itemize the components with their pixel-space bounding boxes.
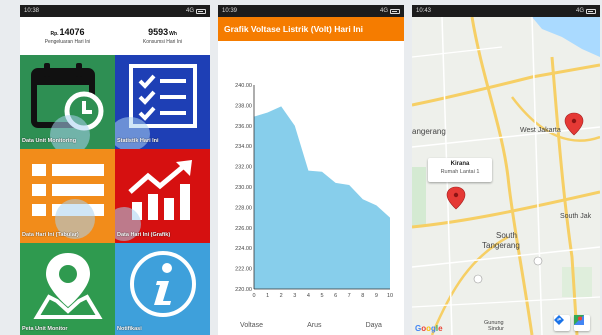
y-tick-label: 230.00: [235, 185, 252, 191]
expense-value: 14076: [59, 27, 85, 37]
expense-summary: Rp.14076 Pengeluaran Hari Ini: [20, 17, 115, 55]
chart-tabs: Voltase Arus Daya: [218, 315, 404, 335]
network-label: 4G: [379, 8, 388, 14]
info-icon: [115, 243, 210, 325]
map-view[interactable]: angerang West Jakarta South Tangerang So…: [412, 17, 600, 335]
status-time: 10:43: [416, 8, 432, 14]
status-bar: 10:43 4G: [412, 5, 600, 17]
y-tick-label: 224.00: [235, 246, 252, 252]
status-time: 10:38: [24, 8, 40, 14]
y-tick-label: 226.00: [235, 226, 252, 232]
menu-grid: Data Unit Monitoring Statistik Hari Ini: [20, 55, 210, 335]
x-tick-label: 7: [348, 293, 351, 299]
status-time: 10:39: [222, 8, 238, 14]
y-tick-label: 232.00: [235, 165, 252, 171]
tile-data-grafik[interactable]: Data Hari Ini (Grafik): [115, 149, 210, 243]
consumption-value: 9593: [148, 27, 169, 37]
tile-label: Notifikasi: [117, 326, 142, 332]
x-tick-label: 8: [361, 293, 364, 299]
directions-icon: [554, 315, 564, 325]
chart-area: 220.00 222.00 224.00 226.00 228.00 230.00 232.…: [218, 41, 404, 335]
x-tick-label: 9: [375, 293, 378, 299]
status-bar: 10:38 4G: [20, 5, 210, 17]
map-label-sindur: Sindur: [488, 326, 504, 332]
x-tick-label: 0: [252, 293, 255, 299]
x-tick-label: 5: [320, 293, 323, 299]
open-maps-button[interactable]: [574, 315, 590, 331]
map-marker-west-jakarta[interactable]: [564, 112, 584, 136]
x-tick-label: 4: [307, 293, 310, 299]
y-tick-label: 222.00: [235, 267, 252, 273]
x-tick-label: 6: [334, 293, 337, 299]
x-tick-label: 10: [387, 293, 393, 299]
battery-icon: [390, 8, 400, 14]
consumption-label: Konsumsi Hari Ini: [142, 39, 183, 45]
map-label-tangerang-2: Tangerang: [482, 241, 520, 250]
tile-label: Data Unit Monitoring: [22, 138, 77, 144]
tile-peta-unit-monitor[interactable]: Peta Unit Monitor: [20, 243, 115, 335]
map-label-south-jak: South Jak: [560, 213, 592, 220]
tile-label: Peta Unit Monitor: [22, 326, 68, 332]
x-tick-label: 1: [266, 293, 269, 299]
google-logo: Google: [415, 324, 443, 333]
tab-arus[interactable]: Arus: [307, 322, 321, 329]
tile-label: Statistik Hari Ini: [117, 138, 159, 144]
phone-map: 10:43 4G angerang West Jakarta South Tan…: [412, 5, 600, 335]
tile-label: Data Hari Ini (Tabular): [22, 232, 79, 238]
map-pin-icon: [20, 243, 115, 325]
info-window-subtitle: Rumah Lantai 1: [440, 169, 480, 175]
info-window[interactable]: Kirana Rumah Lantai 1: [428, 158, 492, 182]
directions-button[interactable]: [554, 315, 570, 331]
status-bar: 10:39 4G: [218, 5, 404, 17]
y-tick-label: 220.00: [235, 287, 252, 293]
network-label: 4G: [575, 8, 584, 14]
y-tick-label: 240.00: [235, 83, 252, 89]
map-label-south: South: [496, 231, 517, 240]
x-tick-label: 2: [280, 293, 283, 299]
tab-voltase[interactable]: Voltase: [240, 322, 263, 329]
y-tick-label: 234.00: [235, 144, 252, 150]
info-window-title: Kirana: [450, 161, 470, 167]
tile-statistik-hari-ini[interactable]: Statistik Hari Ini: [115, 55, 210, 149]
voltage-area: [254, 106, 390, 289]
phone-voltage-chart: 10:39 4G Grafik Voltase Listrik (Volt) H…: [218, 5, 404, 335]
battery-icon: [586, 8, 596, 14]
app-bar-title: Grafik Voltase Listrik (Volt) Hari Ini: [218, 17, 404, 41]
currency-label: Rp.: [50, 31, 59, 37]
tile-notifikasi[interactable]: Notifikasi: [115, 243, 210, 335]
consumption-unit: Wh: [169, 31, 177, 37]
expense-label: Pengeluaran Hari Ini: [44, 39, 91, 45]
tile-data-tabular[interactable]: Data Hari Ini (Tabular): [20, 149, 115, 243]
tile-label: Data Hari Ini (Grafik): [117, 232, 171, 238]
map-label-west-jakarta: West Jakarta: [520, 127, 561, 134]
battery-icon: [196, 8, 206, 14]
summary-bar: Rp.14076 Pengeluaran Hari Ini 9593Wh Kon…: [20, 17, 210, 55]
map-label-tangerang: angerang: [412, 127, 446, 136]
y-tick-label: 228.00: [235, 205, 252, 211]
voltage-chart: 220.00 222.00 224.00 226.00 228.00 230.00 232.…: [235, 83, 393, 299]
tile-data-unit-monitoring[interactable]: Data Unit Monitoring: [20, 55, 115, 149]
network-label: 4G: [185, 8, 194, 14]
phone-dashboard: 10:38 4G Rp.14076 Pengeluaran Hari Ini 9…: [20, 5, 210, 335]
y-tick-label: 236.00: [235, 124, 252, 130]
tab-daya[interactable]: Daya: [366, 322, 382, 329]
x-tick-label: 3: [293, 293, 296, 299]
google-maps-icon: [574, 315, 584, 325]
map-marker-kirana[interactable]: [446, 186, 466, 210]
consumption-summary: 9593Wh Konsumsi Hari Ini: [115, 17, 210, 55]
y-tick-label: 238.00: [235, 103, 252, 109]
